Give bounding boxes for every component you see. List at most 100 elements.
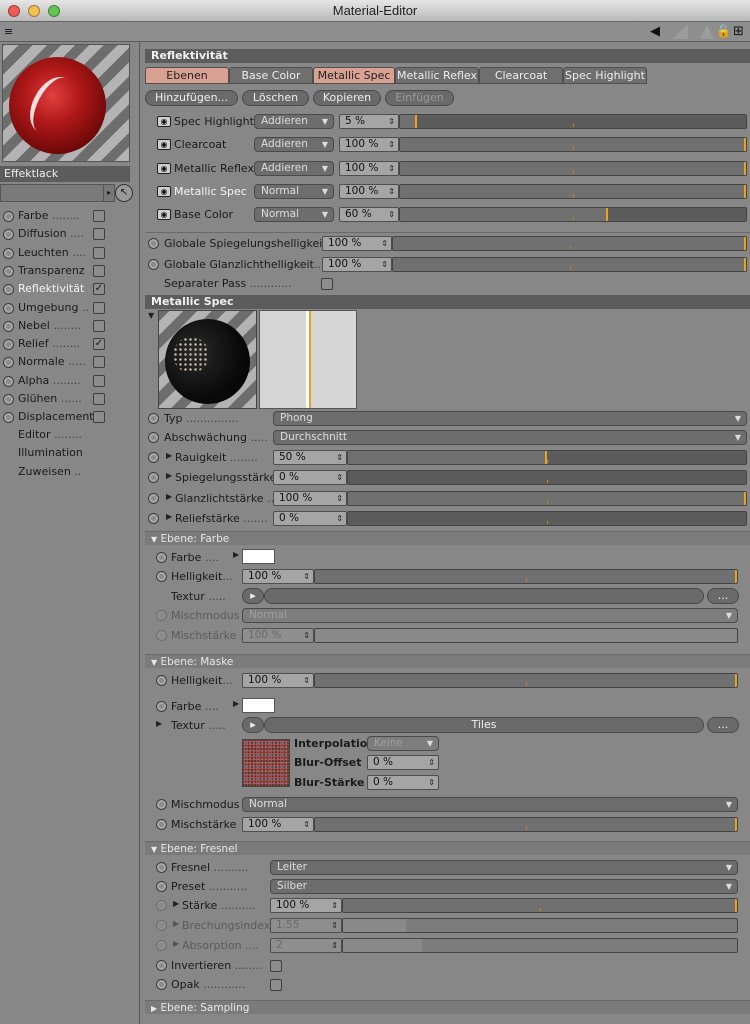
- sidebar-item-normale[interactable]: Normale .....: [0, 354, 138, 371]
- sampling-layer-header[interactable]: ▶ Ebene: Sampling: [145, 1000, 750, 1014]
- layer-name[interactable]: Metallic Reflex: [174, 162, 254, 176]
- anim-dot[interactable]: [148, 492, 159, 504]
- layer-mode-dropdown[interactable]: Normal ▼: [254, 207, 334, 223]
- anim-dot[interactable]: [3, 302, 14, 314]
- channel-checkbox[interactable]: [93, 356, 105, 369]
- anim-dot[interactable]: [156, 552, 167, 563]
- typ-dropdown[interactable]: Phong ▼: [273, 411, 747, 426]
- tab-metallic-reflex[interactable]: Metallic Reflex: [395, 67, 479, 84]
- mask-texture-menu-button[interactable]: ▸: [242, 717, 264, 733]
- channel-checkbox[interactable]: [93, 301, 105, 314]
- anim-dot[interactable]: [156, 799, 167, 810]
- button-delete[interactable]: Löschen: [242, 90, 309, 106]
- anim-dot[interactable]: [148, 452, 159, 463]
- global-gloss-field[interactable]: 100 % ⇕: [322, 257, 392, 272]
- relief-field[interactable]: 0 % ⇕: [273, 510, 347, 526]
- layer-name[interactable]: Clearcoat: [174, 138, 226, 152]
- gloss-field[interactable]: 100 % ⇕: [273, 490, 347, 506]
- grip-icon[interactable]: ≡: [4, 24, 13, 39]
- anim-dot[interactable]: [3, 412, 14, 424]
- blur-strength-field[interactable]: 0 % ⇕: [367, 775, 439, 790]
- fresnel-dropdown[interactable]: Leiter ▼: [270, 860, 738, 875]
- collapse-arrow-icon[interactable]: ▼: [148, 311, 154, 320]
- sidebar-item-diffusion[interactable]: Diffusion ....: [0, 226, 138, 243]
- layer-mode-dropdown[interactable]: Addieren ▼: [254, 160, 334, 176]
- layer-preview[interactable]: [158, 310, 257, 409]
- anim-dot[interactable]: [156, 675, 167, 686]
- material-preview[interactable]: [2, 44, 130, 162]
- layer-strength-field[interactable]: 100 % ⇕: [339, 137, 399, 153]
- channel-checkbox[interactable]: [93, 264, 105, 277]
- layer-mode-dropdown[interactable]: Addieren ▼: [254, 137, 334, 153]
- tiles-texture-thumbnail[interactable]: [242, 739, 290, 787]
- preset-dropdown[interactable]: Silber ▼: [270, 879, 738, 894]
- tab-metallic-spec[interactable]: Metallic Spec: [313, 67, 395, 84]
- relief-slider[interactable]: [347, 510, 747, 526]
- channel-checkbox[interactable]: [93, 228, 105, 241]
- specstr-slider[interactable]: [347, 470, 747, 486]
- sidebar-item-glühen[interactable]: Glühen ......: [0, 391, 138, 408]
- texture-menu-button[interactable]: ▸: [242, 588, 264, 604]
- channel-search-input[interactable]: [0, 184, 104, 202]
- layer-name[interactable]: Base Color: [174, 208, 233, 222]
- mask-layer-header[interactable]: ▼ Ebene: Maske: [145, 654, 750, 668]
- anim-dot[interactable]: [148, 259, 159, 270]
- anim-dot[interactable]: [156, 960, 167, 971]
- mask-blend-strength-slider[interactable]: [314, 817, 738, 832]
- channel-checkbox[interactable]: [93, 374, 105, 387]
- mask-color-swatch[interactable]: [242, 698, 275, 713]
- gloss-slider[interactable]: [347, 490, 747, 506]
- invert-checkbox[interactable]: [270, 960, 282, 972]
- expand-arrow-icon[interactable]: ▶: [166, 451, 172, 460]
- mask-texture-slot[interactable]: Tiles: [264, 717, 704, 733]
- anim-dot[interactable]: [148, 238, 159, 249]
- channel-checkbox[interactable]: ✓: [93, 338, 105, 351]
- sidebar-item-transparenz[interactable]: Transparenz: [0, 263, 138, 280]
- color-swatch[interactable]: [242, 549, 275, 564]
- separate-pass-checkbox[interactable]: [321, 278, 333, 290]
- sidebar-item-nebel[interactable]: Nebel ........: [0, 318, 138, 335]
- expand-arrow-icon[interactable]: ▶: [233, 550, 239, 559]
- anim-dot[interactable]: [3, 375, 14, 387]
- global-spec-field[interactable]: 100 % ⇕: [322, 236, 392, 251]
- anim-dot[interactable]: [156, 701, 167, 712]
- sidebar-item-leuchten[interactable]: Leuchten ....: [0, 245, 138, 262]
- visibility-eye-icon[interactable]: ◉: [157, 116, 171, 127]
- tab-base-color[interactable]: Base Color: [229, 67, 313, 84]
- channel-checkbox[interactable]: [93, 393, 105, 405]
- strength-slider[interactable]: [342, 898, 738, 913]
- expand-arrow-icon[interactable]: ▶: [166, 471, 172, 480]
- back-arrow-icon[interactable]: ◀: [650, 24, 660, 39]
- mask-brightness-field[interactable]: 100 % ⇕: [242, 673, 314, 688]
- button-copy[interactable]: Kopieren: [313, 90, 381, 106]
- sidebar-item-umgebung[interactable]: Umgebung ..: [0, 300, 138, 317]
- sidebar-item-alpha[interactable]: Alpha ........: [0, 373, 138, 390]
- expand-arrow-icon[interactable]: ▶: [166, 492, 172, 501]
- expand-arrow-icon[interactable]: ▶: [233, 699, 239, 708]
- strength-field[interactable]: 100 % ⇕: [270, 898, 342, 913]
- expand-arrow-icon[interactable]: ▶: [173, 899, 179, 908]
- layer-strength-field[interactable]: 100 % ⇕: [339, 183, 399, 199]
- visibility-eye-icon[interactable]: ◉: [157, 139, 171, 151]
- sidebar-item-editor[interactable]: Editor ........: [18, 428, 82, 441]
- minimize-window-icon[interactable]: [28, 5, 40, 17]
- specstr-field[interactable]: 0 % ⇕: [273, 470, 347, 486]
- color-layer-header[interactable]: ▼ Ebene: Farbe: [145, 531, 750, 545]
- anim-dot[interactable]: [148, 512, 159, 524]
- expand-arrow-icon[interactable]: ▶: [166, 512, 172, 521]
- anim-dot[interactable]: [3, 320, 14, 332]
- sidebar-item-illumination[interactable]: Illumination: [18, 446, 83, 459]
- mask-texture-more-button[interactable]: ...: [707, 717, 739, 733]
- sidebar-item-farbe[interactable]: Farbe ........: [0, 208, 138, 225]
- anim-dot[interactable]: [3, 229, 14, 241]
- layer-strength-slider[interactable]: [399, 114, 747, 129]
- tab-spec-highlight[interactable]: Spec Highlight: [563, 67, 647, 84]
- tab-clearcoat[interactable]: Clearcoat: [479, 67, 563, 84]
- button-add[interactable]: Hinzufügen...: [145, 90, 238, 106]
- layer-strength-slider[interactable]: [399, 160, 747, 176]
- anim-dot[interactable]: [3, 265, 14, 277]
- new-panel-icon[interactable]: ⊞: [733, 24, 744, 39]
- layer-strength-field[interactable]: 100 % ⇕: [339, 160, 399, 176]
- global-gloss-slider[interactable]: [392, 257, 747, 272]
- layer-mode-dropdown[interactable]: Addieren ▼: [254, 114, 334, 129]
